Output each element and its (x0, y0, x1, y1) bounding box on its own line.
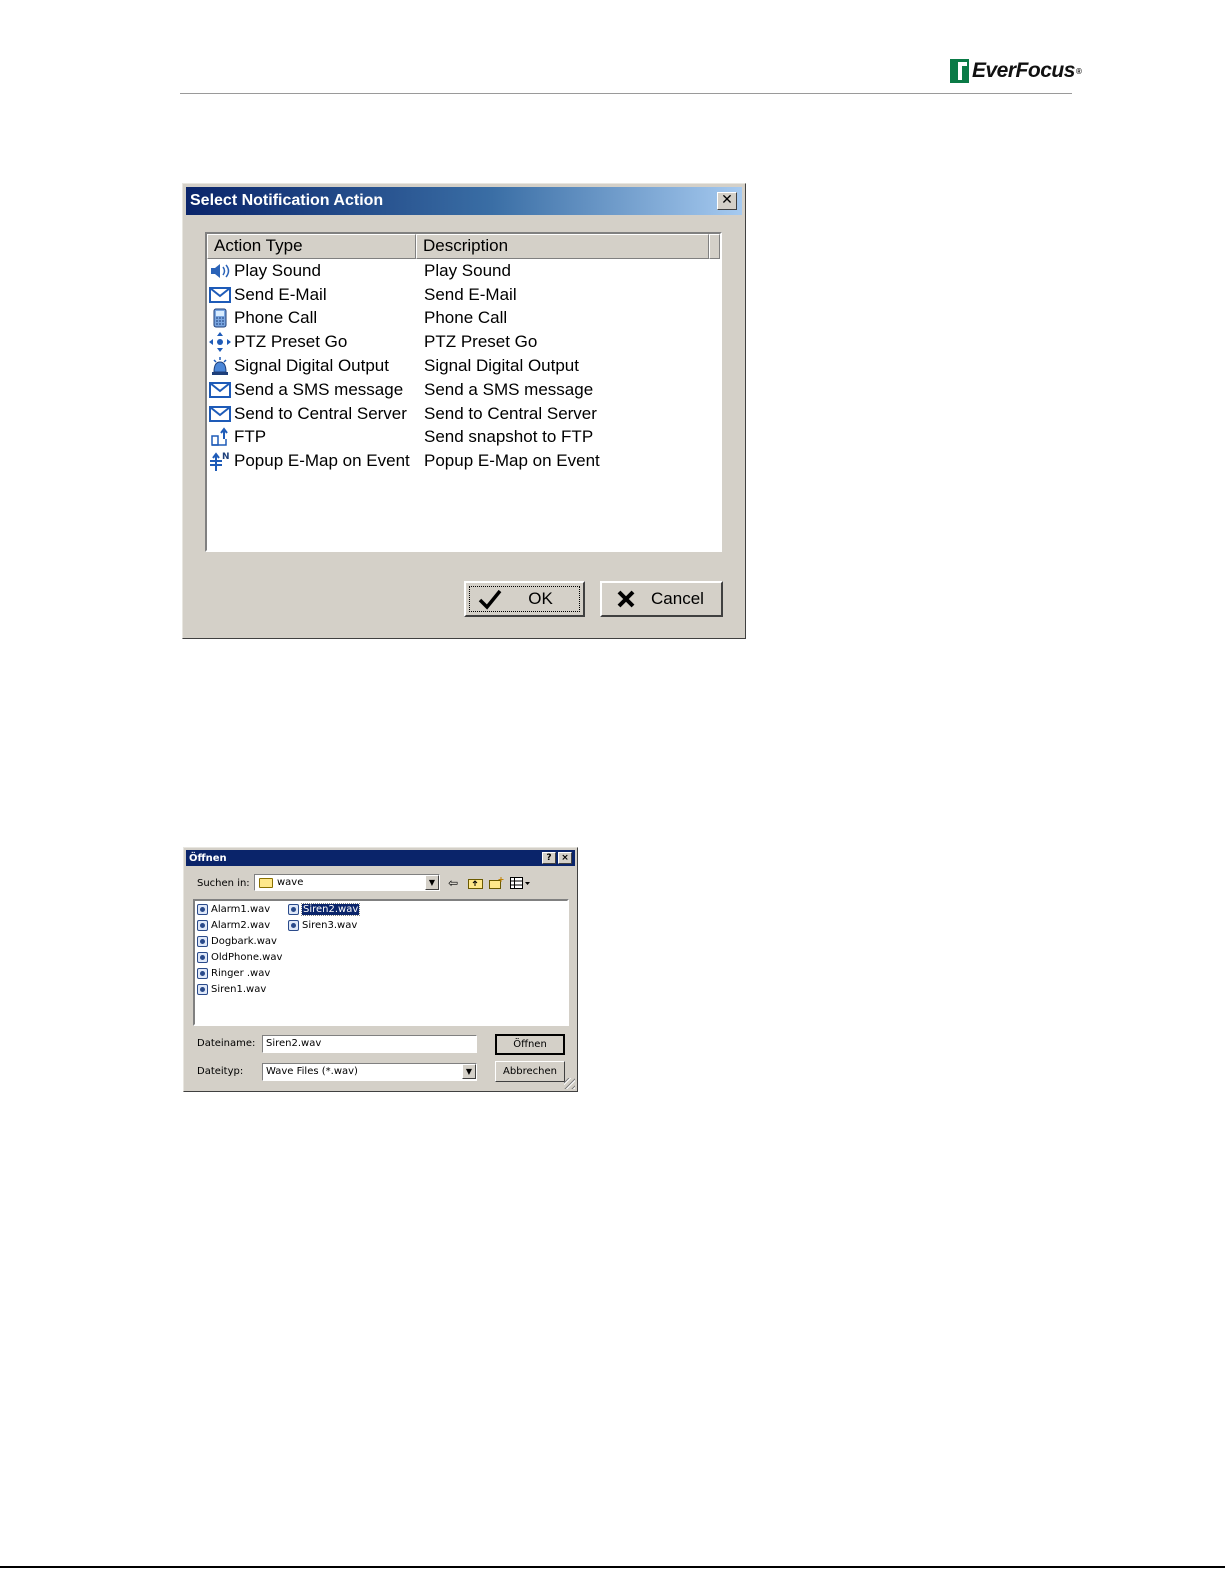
x-mark-icon (608, 589, 644, 609)
svg-text:N: N (222, 452, 230, 462)
filetype-dropdown[interactable]: Wave Files (*.wav) ▼ (262, 1063, 477, 1081)
envelope-icon (209, 380, 231, 400)
file-item[interactable]: Ringer .wav (197, 966, 270, 981)
action-type: Send a SMS message (234, 379, 404, 399)
dialog-title: Öffnen (189, 852, 227, 864)
dialog-title: Select Notification Action (190, 192, 384, 209)
chevron-down-icon[interactable]: ▼ (425, 875, 439, 890)
action-type: Popup E-Map on Event (234, 451, 410, 471)
open-file-dialog: Öffnen ? × Suchen in: wave ▼ ⇦ Alarm1.wa… (183, 847, 578, 1092)
action-type: Play Sound (234, 260, 321, 280)
ftp-upload-icon (209, 427, 231, 447)
file-item-selected[interactable]: Siren2.wav (288, 902, 361, 917)
filetype-value: Wave Files (*.wav) (266, 1066, 358, 1077)
lookin-dropdown[interactable]: wave ▼ (254, 874, 440, 891)
filetype-label: Dateityp: (197, 1066, 244, 1077)
file-item[interactable]: Alarm2.wav (197, 918, 270, 933)
column-header-description[interactable]: Description (416, 234, 709, 259)
wav-file-icon (288, 920, 299, 931)
wav-file-icon (197, 968, 208, 979)
envelope-icon (209, 404, 231, 424)
logo-text: EverFocus (972, 59, 1075, 82)
action-type: PTZ Preset Go (234, 332, 348, 352)
abbrechen-button[interactable]: Abbrechen (495, 1061, 565, 1082)
up-folder-icon[interactable] (468, 877, 483, 891)
action-list[interactable]: Action Type Description Play Sound Play … (205, 232, 722, 552)
wav-file-icon (288, 904, 299, 915)
list-header: Action Type Description (207, 234, 720, 259)
alarm-icon (209, 356, 231, 376)
lookin-value: wave (277, 877, 304, 888)
close-button[interactable]: × (558, 852, 572, 864)
new-folder-icon[interactable] (489, 877, 504, 891)
action-type: FTP (234, 427, 267, 447)
help-button[interactable]: ? (542, 852, 556, 864)
action-description: Phone Call (424, 308, 508, 328)
action-description: Signal Digital Output (424, 356, 579, 376)
everfocus-logo: EverFocus ® (950, 58, 1082, 84)
wav-file-icon (197, 936, 208, 947)
list-row[interactable]: Send a SMS message Send a SMS message (207, 378, 720, 402)
back-arrow-icon[interactable]: ⇦ (448, 876, 458, 890)
action-type: Signal Digital Output (234, 356, 389, 376)
column-header-action-type[interactable]: Action Type (207, 234, 416, 259)
file-item[interactable]: Alarm1.wav (197, 902, 270, 917)
file-item[interactable]: Siren1.wav (197, 982, 266, 997)
cancel-label: Cancel (651, 589, 704, 608)
file-list[interactable]: Alarm1.wav Alarm2.wav Dogbark.wav OldPho… (193, 899, 569, 1026)
filename-input[interactable]: Siren2.wav (262, 1035, 477, 1053)
file-item[interactable]: Siren3.wav (288, 918, 357, 933)
action-description: Send a SMS message (424, 379, 594, 399)
emap-icon: N (209, 451, 231, 472)
wav-file-icon (197, 904, 208, 915)
cancel-button[interactable]: Cancel (600, 581, 723, 617)
action-description: Send E-Mail (424, 284, 517, 304)
resize-grip-icon[interactable] (564, 1078, 575, 1089)
list-row[interactable]: Send to Central Server Send to Central S… (207, 402, 720, 426)
ptz-icon (209, 332, 231, 353)
action-type: Phone Call (234, 308, 318, 328)
chevron-down-icon[interactable]: ▼ (462, 1064, 476, 1079)
ok-button[interactable]: OK (464, 581, 585, 617)
lookin-label: Suchen in: (197, 878, 250, 889)
view-menu-icon[interactable] (510, 877, 532, 891)
action-description: Send to Central Server (424, 403, 597, 423)
footer-divider (0, 1566, 1225, 1568)
list-row[interactable]: Send E-Mail Send E-Mail (207, 283, 720, 307)
close-button[interactable]: ✕ (717, 192, 737, 210)
list-row[interactable]: PTZ Preset Go PTZ Preset Go (207, 330, 720, 354)
file-item[interactable]: Dogbark.wav (197, 934, 277, 949)
action-type: Send to Central Server (234, 403, 407, 423)
list-row[interactable]: Play Sound Play Sound (207, 259, 720, 283)
file-item[interactable]: OldPhone.wav (197, 950, 282, 965)
action-description: Play Sound (424, 260, 511, 280)
phone-icon (209, 308, 231, 328)
folder-icon (259, 877, 273, 888)
wav-file-icon (197, 952, 208, 963)
list-row[interactable]: FTP Send snapshot to FTP (207, 426, 720, 450)
ok-label: OK (528, 589, 553, 608)
logo-mark-icon (950, 59, 969, 83)
checkmark-icon (472, 588, 508, 610)
action-description: Send snapshot to FTP (424, 427, 594, 447)
registered-mark: ® (1075, 66, 1082, 76)
list-row[interactable]: Signal Digital Output Signal Digital Out… (207, 354, 720, 378)
speaker-icon (209, 261, 231, 281)
header-divider (180, 93, 1072, 94)
wav-file-icon (197, 984, 208, 995)
open-button[interactable]: Öffnen (495, 1034, 565, 1055)
dialog-title-bar[interactable]: Öffnen ? × (186, 850, 575, 866)
action-description: Popup E-Map on Event (424, 451, 600, 471)
dialog-title-bar[interactable]: Select Notification Action ✕ (186, 187, 742, 215)
select-notification-action-dialog: Select Notification Action ✕ Action Type… (182, 183, 746, 639)
list-row[interactable]: N Popup E-Map on Event Popup E-Map on Ev… (207, 449, 720, 473)
envelope-icon (209, 285, 231, 305)
action-type: Send E-Mail (234, 284, 327, 304)
wav-file-icon (197, 920, 208, 931)
list-row[interactable]: Phone Call Phone Call (207, 307, 720, 331)
action-description: PTZ Preset Go (424, 332, 538, 352)
column-header-filler (709, 234, 720, 259)
filename-label: Dateiname: (197, 1038, 256, 1049)
